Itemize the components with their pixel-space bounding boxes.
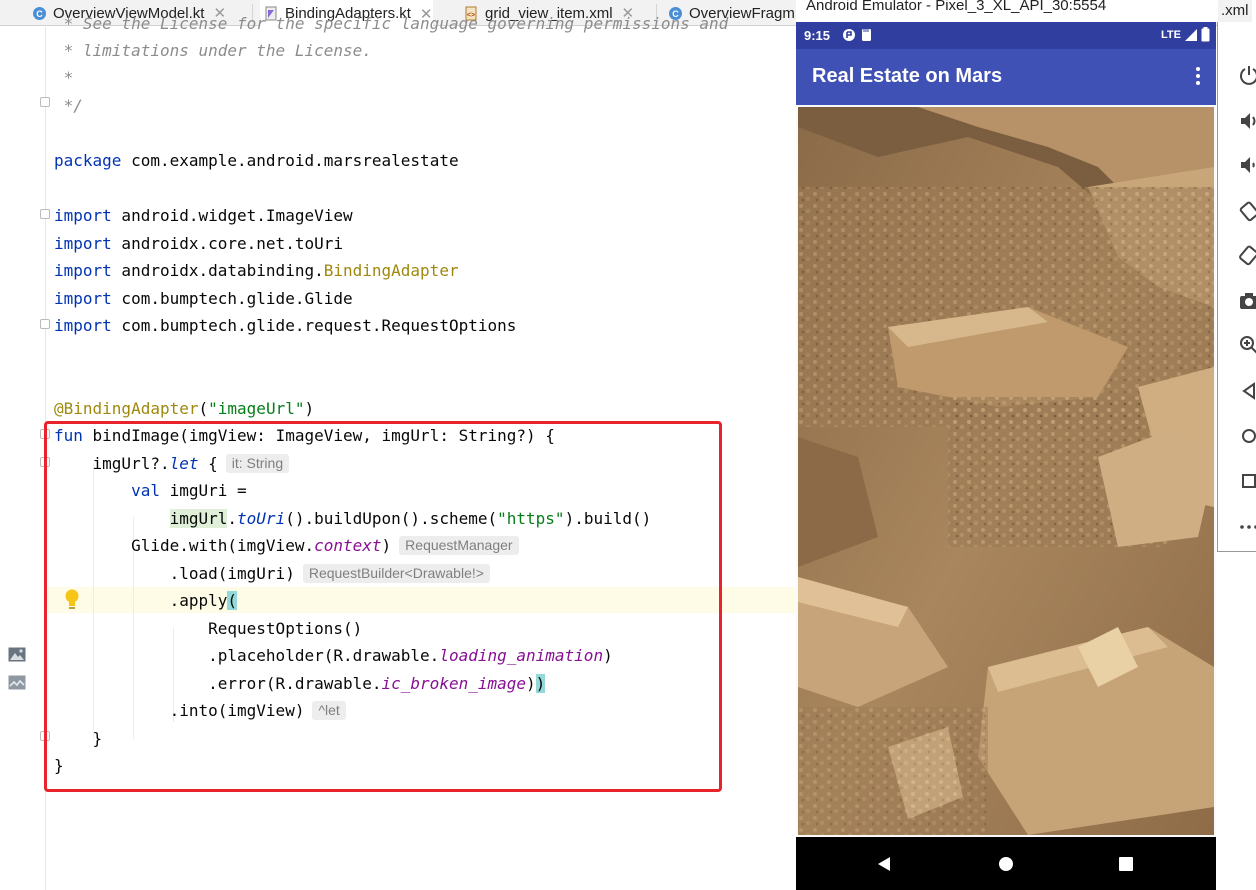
battery-icon (1201, 27, 1210, 42)
package-declaration: package com.example.android.marsrealesta… (54, 151, 459, 170)
emulator-screen[interactable]: 9:15 LTE Real Estate on Mars (796, 22, 1216, 890)
mars-surface-photo[interactable] (798, 107, 1214, 835)
grid-content[interactable] (796, 105, 1216, 837)
import-line: import android.widget.ImageView (54, 206, 353, 225)
status-time: 9:15 (804, 28, 831, 43)
network-type: LTE (1161, 28, 1181, 41)
more-icon[interactable] (1238, 516, 1256, 538)
emulator-title-text: Android Emulator - Pixel_3_XL_API_30:555… (806, 0, 1107, 14)
fold-marker[interactable] (40, 97, 50, 107)
volume-down-icon[interactable] (1238, 154, 1256, 176)
power-icon[interactable] (1238, 64, 1256, 86)
import-line: import androidx.databinding.BindingAdapt… (54, 261, 459, 280)
zoom-icon[interactable] (1238, 334, 1256, 356)
emulator-side-toolbar (1217, 22, 1256, 552)
overflow-menu-icon[interactable] (1196, 67, 1200, 85)
highlight-box (44, 421, 722, 792)
overview-icon[interactable] (1238, 470, 1256, 492)
fold-marker[interactable] (40, 209, 50, 219)
annotation-line: @BindingAdapter("imageUrl") (54, 399, 315, 418)
rotate-left-icon[interactable] (1238, 200, 1256, 222)
import-line: import com.bumptech.glide.request.Reques… (54, 316, 517, 335)
code-editor[interactable]: * See the License for the specific langu… (0, 14, 796, 890)
volume-up-icon[interactable] (1238, 110, 1256, 132)
rotate-right-icon[interactable] (1238, 244, 1256, 266)
code-line: * See the License for the specific langu… (54, 14, 729, 33)
home-icon[interactable] (1238, 425, 1256, 447)
code-line: * (54, 68, 74, 87)
back-icon[interactable] (876, 856, 892, 872)
status-right: LTE (1161, 27, 1210, 42)
fold-marker[interactable] (40, 319, 50, 329)
mars-photo-graphic (798, 107, 1214, 835)
app-bar: Real Estate on Mars (796, 49, 1216, 105)
emulator-window-title[interactable]: Android Emulator - Pixel_3_XL_API_30:555… (796, 0, 1256, 22)
camera-icon[interactable] (1238, 290, 1256, 312)
import-line: import com.bumptech.glide.Glide (54, 289, 353, 308)
status-bar: 9:15 LTE (796, 22, 1216, 49)
editor-gutter[interactable] (0, 27, 50, 890)
back-icon[interactable] (1238, 380, 1256, 402)
home-icon[interactable] (998, 856, 1014, 872)
svg-text:C: C (36, 9, 43, 19)
code-line: * limitations under the License. (54, 41, 372, 60)
app-title: Real Estate on Mars (812, 65, 1003, 87)
overflow-tab-label[interactable]: .xml (1218, 0, 1252, 22)
notification-icon (843, 29, 871, 41)
navigation-bar (796, 837, 1216, 890)
kotlin-class-icon: C (32, 6, 47, 21)
image-resource-icon[interactable] (8, 647, 26, 662)
code-line: */ (54, 96, 83, 115)
notification-icons (842, 28, 872, 45)
broken-image-icon[interactable] (8, 675, 26, 690)
signal-icon (1185, 28, 1197, 41)
import-line: import androidx.core.net.toUri (54, 234, 343, 253)
recents-icon[interactable] (1119, 857, 1133, 871)
